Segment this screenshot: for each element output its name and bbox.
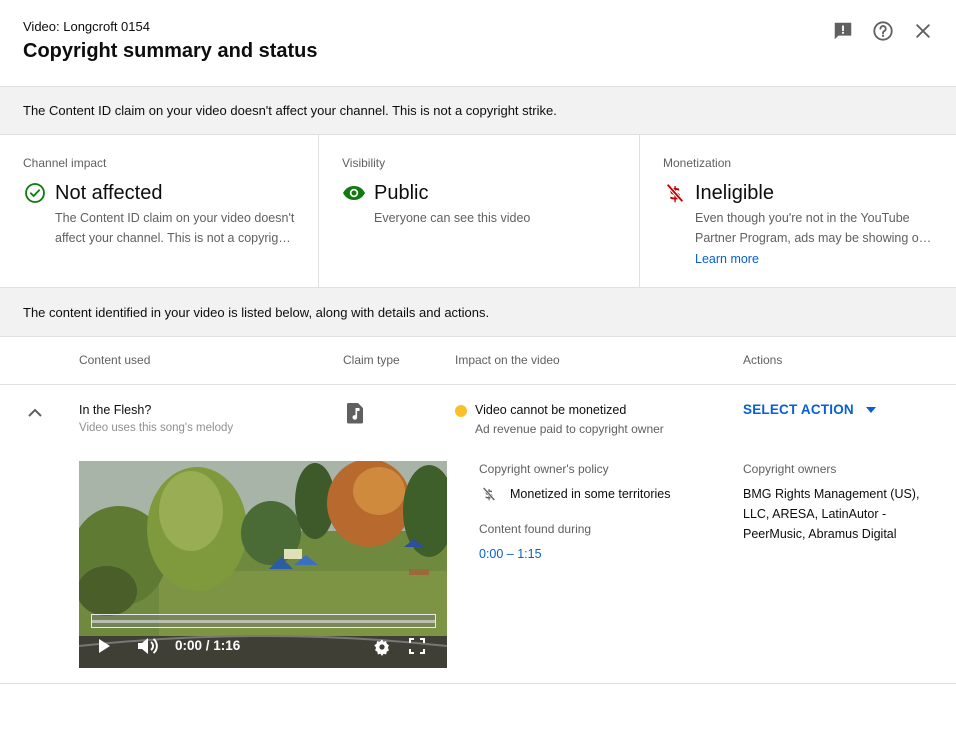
- no-money-icon: $: [480, 485, 498, 503]
- settings-gear-icon[interactable]: [373, 638, 393, 658]
- owners-value: BMG Rights Management (US), LLC, ARESA, …: [743, 487, 920, 541]
- content-subtitle: Video uses this song's melody: [79, 422, 234, 434]
- eye-icon: [342, 181, 366, 205]
- progress-track: [92, 620, 435, 623]
- select-action-label: SELECT ACTION: [743, 402, 854, 417]
- column-header-claim-type: Claim type: [343, 353, 400, 367]
- music-note-icon: [343, 401, 367, 425]
- found-label: Content found during: [479, 522, 592, 536]
- no-money-icon: $: [663, 181, 687, 205]
- card-value: Not affected: [55, 182, 163, 204]
- play-icon[interactable]: [97, 638, 117, 658]
- card-label: Channel impact: [23, 156, 107, 170]
- help-icon[interactable]: [871, 19, 895, 43]
- impact-status: Video cannot be monetized: [475, 403, 627, 417]
- owners-label: Copyright owners: [743, 462, 837, 476]
- dialog-title: Copyright summary and status: [23, 40, 318, 62]
- volume-icon[interactable]: [137, 637, 161, 659]
- dropdown-arrow-icon: [865, 406, 876, 413]
- column-header-actions: Actions: [743, 353, 783, 367]
- select-action-button[interactable]: SELECT ACTION: [743, 402, 876, 417]
- close-icon[interactable]: [911, 19, 935, 43]
- check-circle-icon: [23, 181, 47, 205]
- card-description: Everyone can see this video: [374, 211, 531, 225]
- card-description: The Content ID claim on your video doesn…: [55, 211, 295, 245]
- policy-value: Monetized in some territories: [510, 487, 671, 501]
- visibility-card: Visibility Public Everyone can see this …: [319, 135, 640, 287]
- warning-status-dot: [455, 405, 467, 417]
- video-time: 0:00 / 1:16: [175, 638, 241, 653]
- table-header: Content used Claim type Impact on the vi…: [0, 337, 956, 385]
- card-label: Visibility: [342, 156, 386, 170]
- video-progress-bar[interactable]: [91, 614, 436, 628]
- card-description: Even though you're not in the YouTube Pa…: [695, 211, 926, 245]
- content-notice: The content identified in your video is …: [0, 287, 956, 337]
- card-label: Monetization: [663, 156, 732, 170]
- video-label: Video: Longcroft 0154: [23, 19, 150, 34]
- policy-label: Copyright owner's policy: [479, 462, 609, 476]
- content-title: In the Flesh?: [79, 403, 152, 417]
- collapse-chevron-up-icon[interactable]: [23, 403, 47, 423]
- card-value: Ineligible: [695, 182, 774, 204]
- video-frame-thumbnail: [79, 461, 447, 668]
- copyright-notice: The Content ID claim on your video doesn…: [0, 86, 956, 135]
- table-row: In the Flesh? Video uses this song's mel…: [0, 385, 956, 684]
- fullscreen-icon[interactable]: [409, 638, 429, 658]
- channel-impact-card: Channel impact Not affected The Content …: [0, 135, 319, 287]
- found-timestamp-link[interactable]: 0:00 – 1:15: [479, 547, 542, 561]
- impact-detail: Ad revenue paid to copyright owner: [475, 422, 664, 436]
- learn-more-link[interactable]: Learn more: [695, 252, 759, 266]
- feedback-icon[interactable]: [831, 19, 855, 43]
- monetization-card: Monetization $ Ineligible Even though yo…: [640, 135, 956, 287]
- column-header-content: Content used: [79, 353, 151, 367]
- status-cards: Channel impact Not affected The Content …: [0, 135, 956, 287]
- dialog-header: Video: Longcroft 0154 Copyright summary …: [0, 0, 956, 86]
- video-player[interactable]: 0:00 / 1:16: [79, 461, 447, 668]
- column-header-impact: Impact on the video: [455, 353, 560, 367]
- card-value: Public: [374, 182, 429, 204]
